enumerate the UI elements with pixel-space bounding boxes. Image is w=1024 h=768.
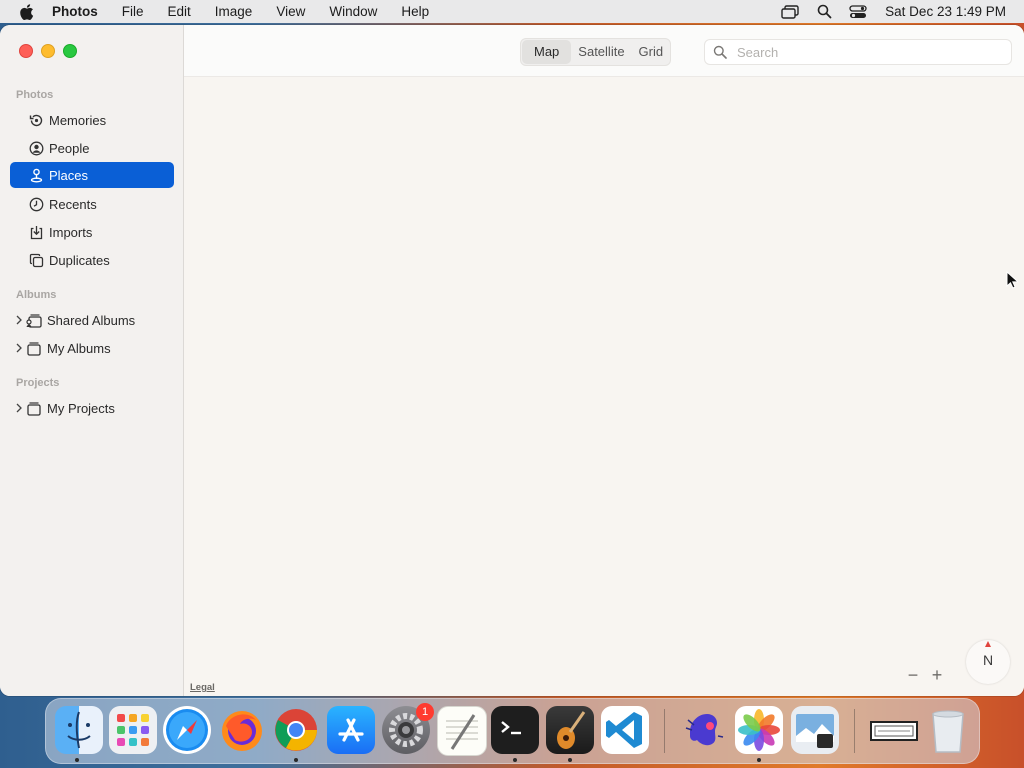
sidebar-item-label: My Projects [47,400,115,416]
duplicates-icon [27,251,45,269]
sidebar-item-label: Imports [49,224,93,240]
safari-app-icon[interactable] [163,706,211,754]
segment-map[interactable]: Map [522,40,572,64]
map-view[interactable]: Legal − + N [184,77,1024,696]
running-indicator [513,758,517,762]
textedit-app-icon[interactable] [437,706,487,756]
sidebar-item-label: Places [49,167,89,183]
firefox-app-icon[interactable] [218,706,266,754]
spotlight-search-icon[interactable] [813,1,835,23]
sidebar-item-label: My Albums [47,340,111,356]
menu-view[interactable]: View [264,0,317,23]
memories-icon [27,111,45,129]
import-icon [27,223,45,241]
chevron-right-icon[interactable] [14,402,24,414]
launchpad-app-icon[interactable] [109,706,157,754]
sidebar: Photos Memories People Places Recents Im… [0,25,184,696]
scanner-app-icon[interactable] [870,706,918,754]
toolbar: Map Satellite Grid [184,25,1024,77]
sidebar-item-memories[interactable]: Memories [10,107,174,133]
sidebar-item-recents[interactable]: Recents [10,191,174,217]
sidebar-item-label: Shared Albums [47,312,136,328]
menu-bar: Photos File Edit Image View Window Help … [0,0,1024,23]
section-title-projects: Projects [16,377,60,389]
sidebar-item-my-albums[interactable]: My Albums [10,335,174,361]
terminal-app-icon[interactable] [491,706,539,754]
running-indicator [294,758,298,762]
app-store-app-icon[interactable] [327,706,375,754]
clock-icon [27,195,45,213]
trash-icon[interactable] [924,706,972,754]
zoom-controls: − + [906,666,944,684]
running-indicator [757,758,761,762]
menu-edit[interactable]: Edit [156,0,203,23]
sidebar-item-label: Recents [49,196,97,212]
search-field[interactable] [704,39,1012,65]
sidebar-item-shared-albums[interactable]: Shared Albums [10,307,174,333]
segment-grid[interactable]: Grid [632,40,671,64]
photos-app-icon[interactable] [735,706,783,754]
finder-app-icon[interactable] [55,706,103,754]
sidebar-item-label: Duplicates [49,252,110,268]
sidebar-item-duplicates[interactable]: Duplicates [10,247,174,273]
sidebar-item-people[interactable]: People [10,135,174,161]
garageband-app-icon[interactable] [546,706,594,754]
menu-window[interactable]: Window [317,0,389,23]
people-icon [27,139,45,157]
chrome-app-icon[interactable] [272,706,320,754]
photos-window: Photos Memories People Places Recents Im… [0,25,1024,696]
chevron-right-icon[interactable] [14,314,24,326]
albums-icon [25,339,43,357]
projects-icon [25,399,43,417]
vscode-app-icon[interactable] [601,706,649,754]
screen-mirroring-icon[interactable] [779,1,801,23]
window-controls [19,44,77,58]
minimize-button[interactable] [41,44,55,58]
search-icon [713,44,729,60]
legal-link[interactable]: Legal [190,682,215,693]
sidebar-item-imports[interactable]: Imports [10,219,174,245]
sidebar-item-label: People [49,140,90,156]
menu-help[interactable]: Help [389,0,441,23]
view-segmented-control: Map Satellite Grid [520,38,672,66]
sidebar-item-label: Memories [49,112,107,128]
running-indicator [75,758,79,762]
dock: 1 [45,698,980,764]
menu-image[interactable]: Image [203,0,265,23]
menu-file[interactable]: File [110,0,156,23]
sidebar-item-my-projects[interactable]: My Projects [10,395,174,421]
zoom-button[interactable] [63,44,77,58]
section-title-albums: Albums [16,289,57,301]
spectrum-app-icon[interactable] [680,706,728,754]
main-content: Map Satellite Grid Legal − + N [184,25,1024,696]
zoom-in-button[interactable]: + [930,666,944,684]
apple-menu-icon[interactable] [16,1,38,23]
chevron-right-icon[interactable] [14,342,24,354]
compass-button[interactable]: N [966,640,1010,684]
compass-north-marker [985,641,991,647]
search-input[interactable] [735,43,999,61]
shared-albums-icon [25,311,43,329]
compass-label: N [982,652,994,668]
running-indicator [568,758,572,762]
dock-separator [664,709,665,753]
menu-app-name[interactable]: Photos [48,0,110,23]
preview-app-icon[interactable] [791,706,839,754]
menu-clock[interactable]: Sat Dec 23 1:49 PM [885,4,1006,19]
zoom-out-button[interactable]: − [906,666,920,684]
mouse-cursor-icon [1006,271,1018,289]
sidebar-item-places[interactable]: Places [10,162,174,188]
dock-separator [854,709,855,753]
control-center-icon[interactable] [847,1,869,23]
places-icon [27,166,45,184]
section-title-photos: Photos [16,89,54,101]
notification-badge: 1 [416,703,434,721]
segment-satellite[interactable]: Satellite [571,40,631,64]
close-button[interactable] [19,44,33,58]
